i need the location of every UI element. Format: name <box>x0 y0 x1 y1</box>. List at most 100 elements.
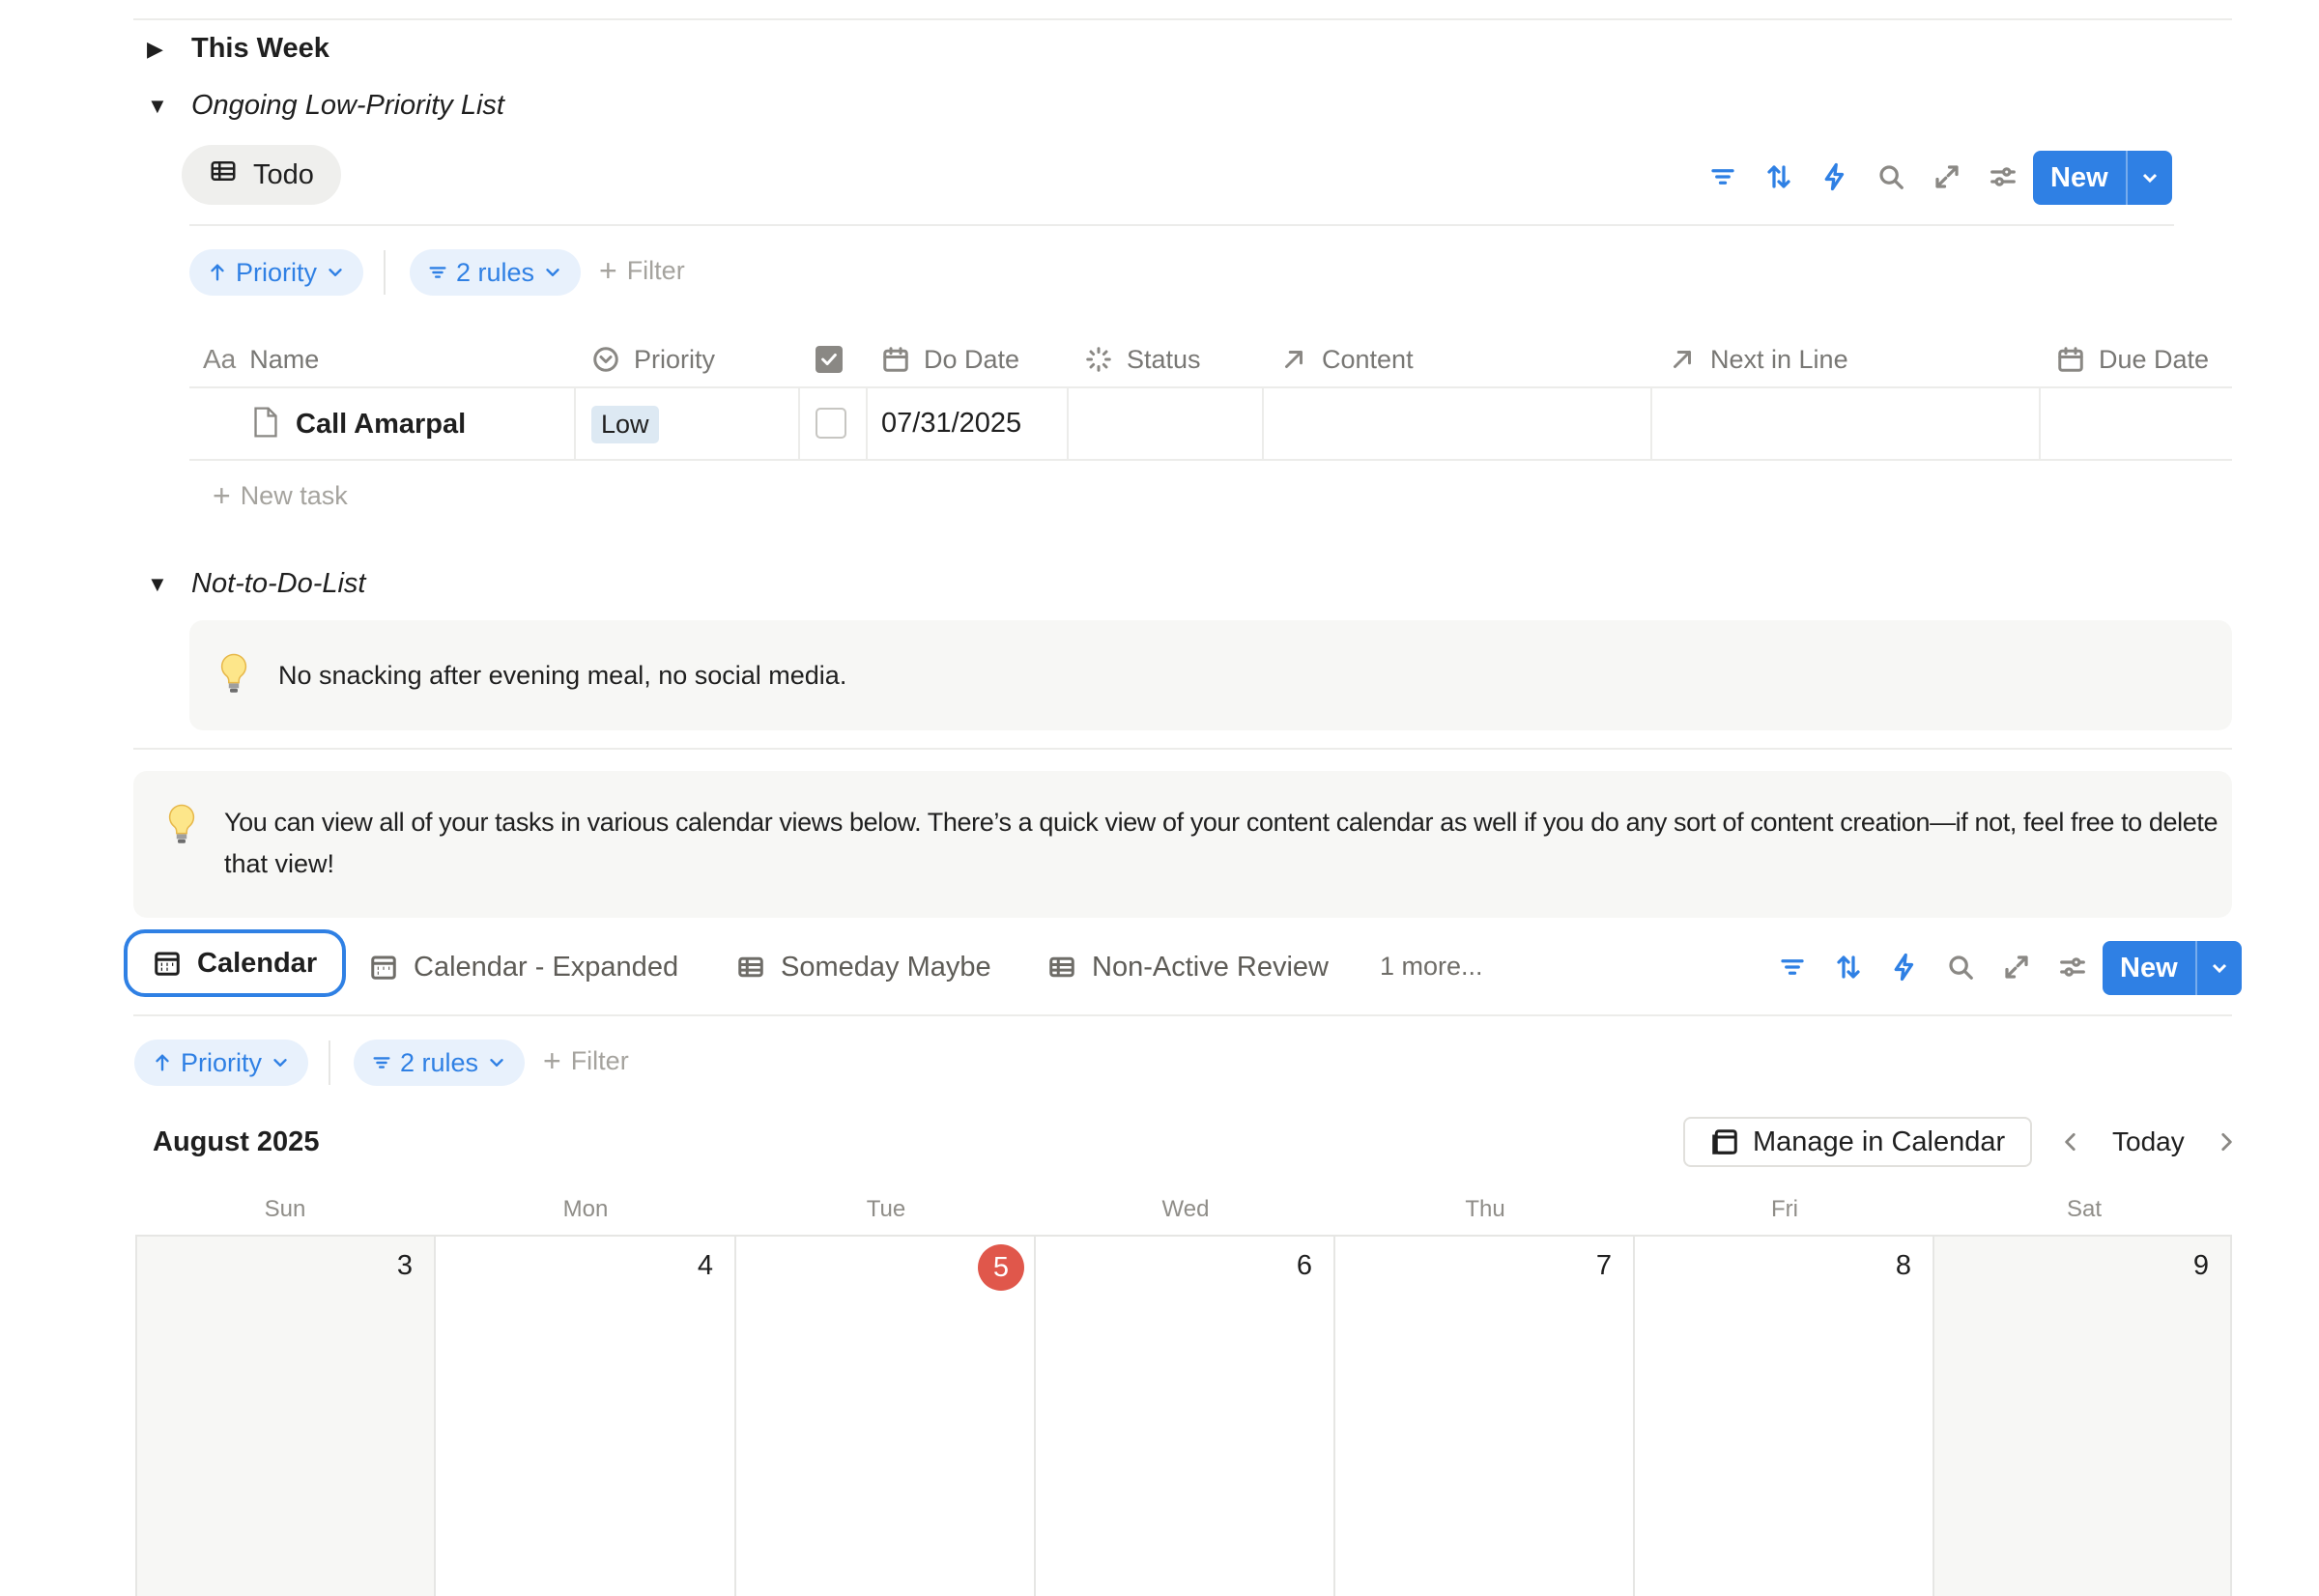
new-button-label[interactable]: New <box>2103 941 2195 995</box>
tab-non-active-review[interactable]: Non-Active Review <box>1047 933 1329 1001</box>
settings-sliders-icon[interactable] <box>1987 160 2019 193</box>
tab-someday-maybe[interactable]: Someday Maybe <box>736 933 991 1001</box>
automation-bolt-icon[interactable] <box>1888 951 1921 983</box>
table-row[interactable]: Call Amarpal Low 07/31/2025 <box>189 388 2232 460</box>
weekday-label: Wed <box>1161 1196 1210 1222</box>
checkbox-checked-icon <box>816 346 843 373</box>
calendar-day-cell[interactable]: 6 <box>1036 1235 1335 1596</box>
calendar-day-cell[interactable]: 7 <box>1335 1235 1635 1596</box>
chip-label: Priority <box>181 1047 263 1077</box>
column-header-content[interactable]: Content <box>1279 338 1414 381</box>
expand-icon[interactable] <box>2000 951 2033 983</box>
caret-right-icon[interactable]: ▶ <box>147 37 174 62</box>
chevron-down-icon <box>273 1059 287 1067</box>
new-button-calendar[interactable]: New <box>2103 941 2242 995</box>
automation-bolt-icon[interactable] <box>1818 160 1851 193</box>
column-header-name[interactable]: Aa Name <box>203 338 319 381</box>
tab-todo[interactable]: Todo <box>182 145 341 205</box>
relation-arrow-icon <box>1674 351 1691 368</box>
callout-line: You can view all of your tasks in variou… <box>224 808 2219 837</box>
todo-toolbar-divider <box>189 224 2174 226</box>
row-name-cell[interactable]: Call Amarpal <box>251 406 466 443</box>
day-number: 8 <box>1895 1250 1911 1281</box>
settings-sliders-icon[interactable] <box>2056 951 2089 983</box>
column-header-status[interactable]: Status <box>1084 338 1201 381</box>
tab-label: Todo <box>253 158 314 190</box>
toggle-low-priority[interactable]: ▼ Ongoing Low-Priority List <box>147 90 504 122</box>
row-priority-cell[interactable]: Low <box>591 406 659 443</box>
calendar-day-cell[interactable]: 8 <box>1635 1235 1934 1596</box>
toggle-title: Not-to-Do-List <box>191 568 366 599</box>
calendar-day-cell[interactable]: 4 <box>436 1235 736 1596</box>
row-name: Call Amarpal <box>296 409 467 440</box>
column-header-priority[interactable]: Priority <box>591 338 715 381</box>
caret-down-icon[interactable]: ▼ <box>147 94 174 119</box>
search-icon[interactable] <box>1944 951 1977 983</box>
weekday-label: Tue <box>866 1196 906 1222</box>
sort-chip-priority[interactable]: Priority <box>134 1040 309 1086</box>
calendar-app-icon <box>1712 1129 1737 1154</box>
filter-icon[interactable] <box>1706 160 1739 193</box>
rules-chip[interactable]: 2 rules <box>410 249 582 296</box>
new-button-label[interactable]: New <box>2033 151 2126 205</box>
status-icon <box>1086 347 1111 372</box>
arrow-up-icon <box>156 1054 169 1071</box>
add-filter-button[interactable]: + Filter <box>543 1045 629 1076</box>
tab-calendar[interactable]: Calendar <box>124 929 347 997</box>
calendar-day-cell[interactable]: 5 <box>736 1235 1036 1596</box>
weekday-label: Fri <box>1771 1196 1798 1222</box>
filter-icon[interactable] <box>1776 951 1809 983</box>
more-views-button[interactable]: 1 more... <box>1380 952 1483 982</box>
sort-icon[interactable] <box>1762 160 1795 193</box>
chevron-down-icon <box>490 1059 503 1067</box>
toggle-title: Ongoing Low-Priority List <box>191 90 504 121</box>
day-number: 7 <box>1595 1250 1612 1281</box>
column-label: Name <box>249 344 320 374</box>
weekday-label: Sat <box>2066 1196 2103 1222</box>
calendar-icon <box>883 347 908 372</box>
caret-down-icon[interactable]: ▼ <box>147 572 174 597</box>
calendar-day-cell[interactable]: 3 <box>135 1235 436 1596</box>
day-number: 3 <box>396 1250 413 1281</box>
toggle-this-week[interactable]: ▶ This Week <box>147 33 329 65</box>
lightbulb-icon <box>218 653 249 702</box>
top-divider <box>133 18 2232 20</box>
day-number: 9 <box>2192 1250 2209 1281</box>
weekday-label: Thu <box>1465 1196 1505 1222</box>
tab-calendar-expanded[interactable]: Calendar - Expanded <box>369 933 678 1001</box>
plus-icon: + <box>599 253 617 288</box>
cell-divider <box>1067 388 1069 460</box>
row-checkbox-cell[interactable] <box>816 408 846 439</box>
manage-in-calendar-button[interactable]: Manage in Calendar <box>1683 1117 2033 1167</box>
chevron-down-icon[interactable] <box>2194 941 2242 995</box>
column-header-due-date[interactable]: Due Date <box>2056 338 2209 381</box>
table-icon <box>1049 956 1074 978</box>
chip-label: 2 rules <box>456 257 535 287</box>
row-do-date[interactable]: 07/31/2025 <box>881 408 1021 440</box>
relation-arrow-icon <box>1285 351 1303 368</box>
column-label: Status <box>1127 344 1201 374</box>
column-header-next-in-line[interactable]: Next in Line <box>1668 338 1848 381</box>
callout-line: that view! <box>224 849 335 878</box>
column-header-checkbox[interactable] <box>816 338 843 381</box>
rules-chip[interactable]: 2 rules <box>354 1040 526 1086</box>
chevron-right-icon[interactable] <box>2214 1129 2239 1154</box>
search-icon[interactable] <box>1875 160 1907 193</box>
sort-chip-priority[interactable]: Priority <box>189 249 364 296</box>
toggle-not-to-do[interactable]: ▼ Not-to-Do-List <box>147 568 366 600</box>
new-button-todo[interactable]: New <box>2033 151 2172 205</box>
calendar-day-cell[interactable]: 9 <box>1934 1235 2232 1596</box>
sort-icon[interactable] <box>1832 951 1865 983</box>
calendar-toolbar-divider <box>133 1014 2232 1016</box>
expand-icon[interactable] <box>1931 160 1963 193</box>
chevron-left-icon[interactable] <box>2058 1129 2083 1154</box>
row-checkbox[interactable] <box>816 408 846 439</box>
cell-divider <box>866 388 868 460</box>
column-header-do-date[interactable]: Do Date <box>881 338 1019 381</box>
new-task-button[interactable]: + New task <box>213 480 348 511</box>
chevron-down-icon[interactable] <box>2125 151 2172 205</box>
today-button[interactable]: Today <box>2112 1126 2185 1157</box>
plus-icon: + <box>213 478 231 513</box>
add-filter-button[interactable]: + Filter <box>599 255 685 286</box>
chip-label: 2 rules <box>400 1047 479 1077</box>
